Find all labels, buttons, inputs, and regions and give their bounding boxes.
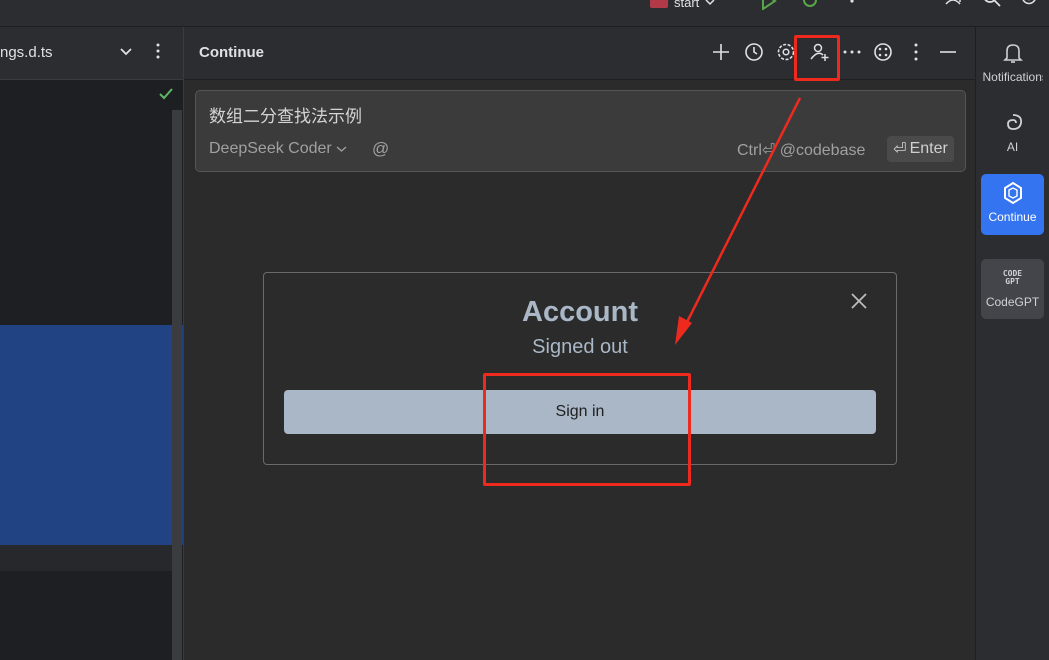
history-icon[interactable]: [743, 41, 765, 63]
tool-label-notifications: Notifications: [982, 70, 1043, 84]
dialog-title: Account: [522, 296, 638, 328]
settings-icon[interactable]: [1018, 0, 1040, 10]
run-configuration-selector[interactable]: start: [650, 0, 715, 10]
chevron-down-icon: [336, 146, 347, 152]
check-icon: [159, 88, 173, 100]
enter-button-label: Enter: [909, 140, 948, 157]
text-selection: [0, 325, 183, 545]
tool-label-ai: AI: [1006, 140, 1019, 154]
tool-window-notifications[interactable]: Notifications: [981, 34, 1044, 94]
enter-icon: ⏎: [893, 141, 907, 158]
ai-swirl-icon: [1000, 110, 1026, 136]
tool-window-ai[interactable]: AI: [981, 104, 1044, 164]
run-config-icon: [650, 0, 668, 8]
model-selector-label: DeepSeek Coder: [209, 140, 332, 157]
highlight-sign-in-button: [483, 373, 691, 486]
mention-button[interactable]: @: [372, 139, 389, 159]
file-tab[interactable]: ngs.d.ts: [0, 44, 53, 61]
plus-icon[interactable]: [710, 41, 732, 63]
tool-window-continue[interactable]: Continue: [981, 174, 1044, 235]
chevron-down-icon: [705, 0, 715, 6]
search-icon[interactable]: [982, 0, 1002, 10]
editor-scrollbar[interactable]: [172, 110, 182, 660]
ellipsis-vertical-icon[interactable]: [905, 41, 927, 63]
tool-label-continue: Continue: [988, 210, 1037, 224]
run-icon[interactable]: [758, 0, 778, 10]
tool-label-codegpt: CodeGPT: [985, 295, 1040, 309]
ellipsis-horizontal-icon[interactable]: [841, 41, 863, 63]
panel-title: Continue: [199, 44, 264, 61]
debug-icon[interactable]: [800, 0, 820, 10]
tool-window-codegpt[interactable]: CODE GPT CodeGPT: [981, 259, 1044, 319]
continue-logo-icon: [1000, 180, 1026, 206]
close-icon[interactable]: [849, 291, 869, 311]
minimize-icon[interactable]: [937, 41, 959, 63]
bell-icon: [1000, 40, 1026, 66]
more-vertical-icon[interactable]: [845, 0, 859, 10]
chevron-down-icon[interactable]: [118, 44, 134, 60]
account-status: Signed out: [532, 336, 628, 358]
top-toolbar: [0, 0, 1049, 27]
model-selector[interactable]: DeepSeek Coder: [209, 140, 347, 158]
add-user-icon[interactable]: [944, 0, 966, 10]
enter-button[interactable]: ⏎ Enter: [887, 136, 954, 162]
highlight-account-icon: [794, 35, 840, 81]
chat-input-text[interactable]: 数组二分查找法示例: [209, 102, 362, 127]
extensions-icon[interactable]: [872, 41, 894, 63]
run-config-label: start: [674, 0, 700, 10]
codegpt-logo-icon: CODE GPT: [1002, 269, 1023, 286]
codebase-shortcut-hint: Ctrl⏎ @codebase: [737, 142, 866, 159]
current-line-highlight: [0, 545, 172, 571]
more-vertical-icon[interactable]: [152, 42, 164, 60]
